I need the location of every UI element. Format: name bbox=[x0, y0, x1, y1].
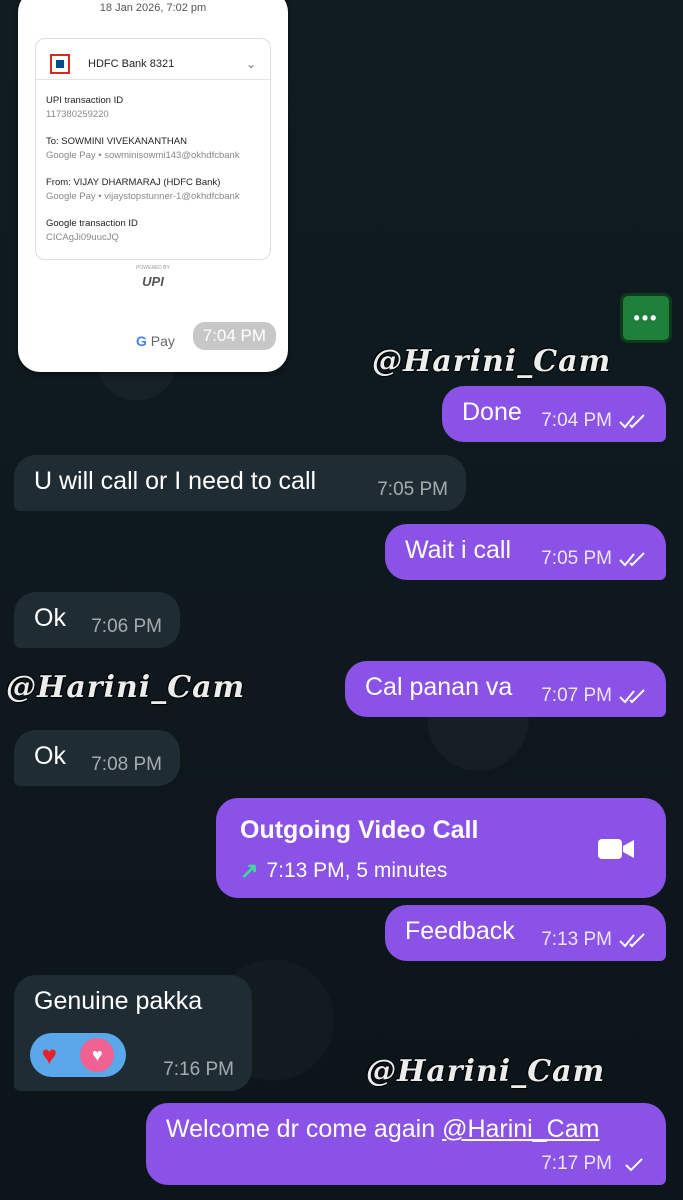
watermark: @Harini_Cam bbox=[6, 670, 246, 705]
message-meta: 7:17 PM bbox=[541, 1153, 648, 1175]
receipt-field: UPI transaction ID 117380259220 bbox=[46, 95, 123, 120]
double-check-icon bbox=[619, 414, 645, 429]
field-label: To: SOWMINI VIVEKANANTHAN bbox=[46, 136, 187, 147]
message-meta: 7:08 PM bbox=[91, 754, 162, 776]
incoming-message[interactable]: Ok 7:08 PM bbox=[14, 730, 180, 786]
gpay-logo: G Pay bbox=[136, 333, 175, 349]
upi-logo: UPI bbox=[142, 274, 164, 289]
receipt-card: HDFC Bank 8321 ⌄ UPI transaction ID 1173… bbox=[35, 38, 271, 260]
payment-receipt-image[interactable]: 18 Jan 2026, 7:02 pm HDFC Bank 8321 ⌄ UP… bbox=[18, 0, 288, 372]
call-detail-row: ↗ 7:13 PM, 5 minutes bbox=[240, 858, 447, 884]
outgoing-message[interactable]: Wait i call 7:05 PM bbox=[385, 524, 666, 580]
message-text: Cal panan va bbox=[365, 673, 513, 701]
message-time: 7:05 PM bbox=[377, 479, 448, 500]
google-g-icon: G bbox=[136, 333, 147, 349]
incoming-message[interactable]: Ok 7:06 PM bbox=[14, 592, 180, 648]
upi-powered-label: POWERED BY bbox=[136, 265, 170, 271]
message-text: Feedback bbox=[405, 917, 515, 945]
message-text: Welcome dr come again @Harini_Cam bbox=[166, 1115, 599, 1144]
mention-link[interactable]: @Harini_Cam bbox=[442, 1115, 599, 1143]
incoming-message[interactable]: U will call or I need to call 7:05 PM bbox=[14, 455, 466, 511]
receipt-field: To: SOWMINI VIVEKANANTHAN Google Pay • s… bbox=[46, 136, 240, 161]
field-value: Google Pay • vijaystopstunner-1@okhdfcba… bbox=[46, 191, 240, 202]
field-label: UPI transaction ID bbox=[46, 95, 124, 106]
incoming-message[interactable]: Genuine pakka ♥ ♥ 7:16 PM bbox=[14, 975, 252, 1091]
bank-row: HDFC Bank 8321 ⌄ bbox=[50, 53, 256, 75]
receipt-field: Google transaction ID CICAgJi09uucJQ bbox=[46, 218, 138, 243]
message-text: Ok bbox=[34, 604, 66, 632]
message-meta: 7:13 PM bbox=[541, 929, 648, 951]
message-time: 7:04 PM bbox=[541, 410, 612, 431]
reactions[interactable]: ♥ ♥ bbox=[30, 1033, 126, 1077]
outgoing-message[interactable]: Cal panan va 7:07 PM bbox=[345, 661, 666, 717]
outgoing-message[interactable]: Welcome dr come again @Harini_Cam 7:17 P… bbox=[146, 1103, 666, 1185]
message-time: 7:05 PM bbox=[541, 548, 612, 569]
gpay-label: Pay bbox=[150, 333, 175, 349]
receipt-field: From: VIJAY DHARMARAJ (HDFC Bank) Google… bbox=[46, 177, 240, 202]
message-meta: 7:04 PM bbox=[541, 410, 648, 432]
chevron-down-icon: ⌄ bbox=[245, 57, 256, 71]
message-time: 7:13 PM bbox=[541, 929, 612, 950]
message-time: 7:08 PM bbox=[91, 754, 162, 775]
message-time: 7:16 PM bbox=[163, 1059, 234, 1080]
watermark: @Harini_Cam bbox=[372, 344, 612, 379]
message-meta: 7:05 PM bbox=[377, 479, 448, 501]
message-text: Wait i call bbox=[405, 536, 512, 564]
outgoing-message[interactable]: Feedback 7:13 PM bbox=[385, 905, 666, 961]
bank-name: HDFC Bank 8321 bbox=[88, 58, 175, 70]
message-meta: 7:06 PM bbox=[91, 616, 162, 638]
outgoing-arrow-icon: ↗ bbox=[240, 858, 259, 883]
message-body: Welcome dr come again bbox=[166, 1115, 443, 1143]
message-text: U will call or I need to call bbox=[34, 467, 317, 495]
message-text: Genuine pakka bbox=[34, 987, 203, 1015]
divider bbox=[36, 79, 270, 80]
outgoing-message[interactable]: Done 7:04 PM bbox=[442, 386, 666, 442]
message-time: 7:07 PM bbox=[541, 685, 612, 706]
field-value: 117380259220 bbox=[46, 109, 109, 120]
receipt-datetime: 18 Jan 2026, 7:02 pm bbox=[99, 2, 207, 14]
double-check-icon bbox=[619, 552, 645, 567]
field-value: CICAgJi09uucJQ bbox=[46, 232, 119, 243]
message-time: 7:17 PM bbox=[541, 1153, 612, 1174]
message-time: 7:04 PM bbox=[192, 322, 276, 350]
message-time: 7:06 PM bbox=[91, 616, 162, 637]
hdfc-logo-icon bbox=[50, 54, 70, 74]
message-text: Ok bbox=[34, 742, 66, 770]
call-title: Outgoing Video Call bbox=[240, 816, 479, 844]
double-check-icon bbox=[619, 933, 645, 948]
menu-dots-icon[interactable]: ••• bbox=[620, 293, 672, 343]
video-call-message[interactable]: Outgoing Video Call ↗ 7:13 PM, 5 minutes bbox=[216, 798, 666, 898]
double-check-icon bbox=[619, 689, 645, 704]
call-detail: 7:13 PM, 5 minutes bbox=[266, 859, 448, 882]
field-label: Google transaction ID bbox=[46, 218, 138, 229]
check-icon bbox=[625, 1158, 643, 1172]
field-value: Google Pay • sowminisowmi143@okhdfcbank bbox=[46, 150, 240, 161]
watermark: @Harini_Cam bbox=[366, 1054, 606, 1089]
red-heart-icon: ♥ bbox=[41, 1040, 58, 1070]
message-text: Done bbox=[462, 398, 522, 426]
field-label: From: VIJAY DHARMARAJ (HDFC Bank) bbox=[46, 177, 221, 188]
message-meta: 7:05 PM bbox=[541, 548, 648, 570]
sparkling-heart-icon: ♥ bbox=[80, 1038, 115, 1072]
message-meta: 7:16 PM bbox=[163, 1059, 234, 1081]
video-camera-icon[interactable] bbox=[598, 838, 634, 860]
message-meta: 7:07 PM bbox=[541, 685, 648, 707]
